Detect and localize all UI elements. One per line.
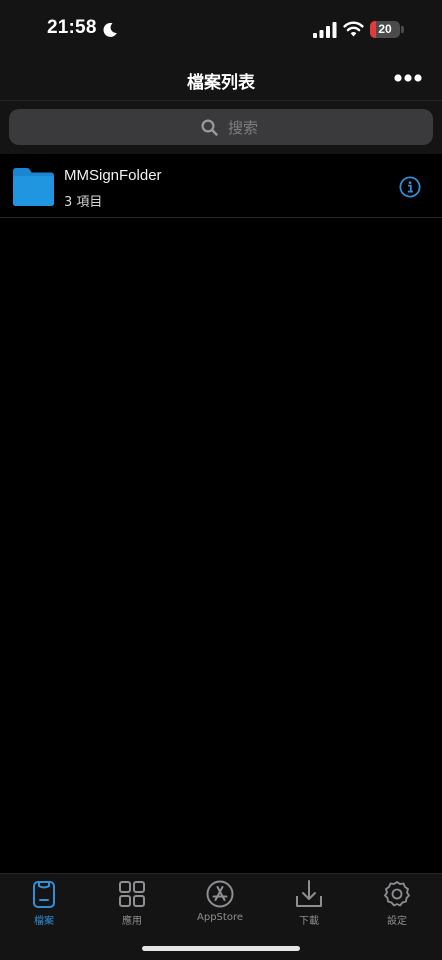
file-item-count: 3 項目 xyxy=(64,195,103,210)
status-bar: 21:58 20 xyxy=(0,0,442,56)
info-button[interactable] xyxy=(399,176,421,198)
tab-files[interactable]: 檔案 xyxy=(0,879,88,934)
appstore-icon xyxy=(206,880,234,908)
tab-label: 設定 xyxy=(387,916,407,927)
tab-label: 應用 xyxy=(122,916,142,927)
tab-appstore[interactable]: AppStore xyxy=(176,879,264,934)
file-row-mmsignfolder[interactable]: MMSignFolder 3 項目 xyxy=(0,154,442,218)
info-icon xyxy=(399,176,421,198)
search-icon xyxy=(201,119,218,136)
tab-apps[interactable]: 應用 xyxy=(88,879,176,934)
more-options-button[interactable] xyxy=(390,68,426,88)
wifi-icon xyxy=(343,21,364,37)
status-time: 21:58 xyxy=(47,17,97,38)
download-icon xyxy=(296,880,322,907)
tab-settings[interactable]: 設定 xyxy=(353,879,441,934)
search-placeholder: 搜索 xyxy=(228,119,259,137)
tab-label: AppStore xyxy=(197,912,243,923)
moon-icon xyxy=(103,22,117,37)
home-indicator[interactable] xyxy=(142,946,300,951)
battery-level: 20 xyxy=(378,22,392,36)
ellipsis-icon xyxy=(394,74,422,82)
tab-label: 檔案 xyxy=(34,916,54,927)
tab-label: 下載 xyxy=(299,916,319,927)
search-bar: 搜索 xyxy=(0,101,442,154)
gear-icon xyxy=(384,881,410,907)
files-icon xyxy=(33,881,55,908)
tab-downloads[interactable]: 下載 xyxy=(265,879,353,934)
signal-icon xyxy=(313,22,337,38)
page-title: 檔案列表 xyxy=(187,73,255,93)
apps-grid-icon xyxy=(119,881,145,907)
folder-icon xyxy=(13,168,54,206)
battery-icon: 20 xyxy=(370,21,404,38)
search-input[interactable]: 搜索 xyxy=(9,109,433,145)
nav-bar: 檔案列表 xyxy=(0,56,442,101)
file-name: MMSignFolder xyxy=(64,167,162,184)
